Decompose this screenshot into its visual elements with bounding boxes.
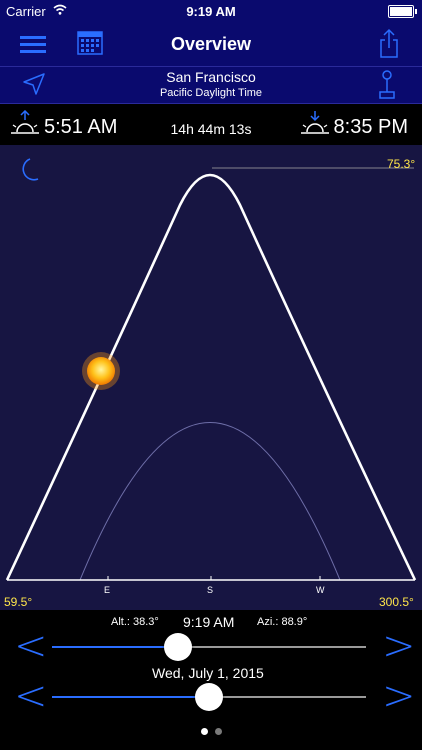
sunset-icon bbox=[301, 111, 329, 134]
west-label: W bbox=[316, 585, 325, 595]
current-sun-path bbox=[5, 173, 417, 581]
date-prev-button[interactable]: < bbox=[14, 676, 48, 716]
max-elevation-label: 75.3° bbox=[387, 157, 416, 171]
time-label: 9:19 AM bbox=[183, 614, 235, 630]
page-title: Overview bbox=[170, 34, 252, 54]
sun-path-chart bbox=[5, 158, 417, 581]
date-label: Wed, July 1, 2015 bbox=[152, 665, 264, 681]
controls-panel: Alt.: 38.3° 9:19 AM Azi.: 88.9° < > Wed,… bbox=[0, 610, 422, 750]
sunset-time: 8:35 PM bbox=[333, 116, 408, 138]
location-timezone: Pacific Daylight Time bbox=[159, 87, 263, 99]
nav-bar: Overview bbox=[0, 22, 422, 67]
date-slider-thumb[interactable] bbox=[195, 683, 223, 711]
date-slider-fill bbox=[52, 696, 209, 698]
time-prev-button[interactable]: < bbox=[14, 626, 48, 666]
set-azimuth-label: 300.5° bbox=[379, 595, 414, 609]
sun-path-plot: 75.3° E S W 59.5° 300.5° bbox=[0, 145, 422, 610]
date-slider-track bbox=[209, 696, 366, 698]
sun-icon bbox=[82, 352, 120, 390]
time-next-button[interactable]: > bbox=[382, 626, 416, 666]
battery-icon bbox=[388, 5, 417, 18]
status-time: 9:19 AM bbox=[186, 4, 236, 19]
rise-azimuth-label: 59.5° bbox=[4, 595, 33, 609]
pin-icon[interactable] bbox=[378, 70, 396, 100]
sun-times-row: 5:51 AM 14h 44m 13s 8:35 PM bbox=[0, 104, 422, 144]
status-bar: Carrier 9:19 AM bbox=[0, 0, 422, 22]
south-label: S bbox=[207, 585, 214, 595]
location-city: San Francisco bbox=[166, 69, 256, 85]
date-next-button[interactable]: > bbox=[382, 676, 416, 716]
winter-sun-path bbox=[79, 422, 341, 581]
azimuth-label: Azi.: 88.9° bbox=[257, 616, 308, 628]
share-icon[interactable] bbox=[378, 28, 400, 60]
page-indicator-active[interactable] bbox=[201, 728, 208, 735]
time-slider-track bbox=[178, 646, 366, 648]
moon-icon bbox=[22, 158, 39, 181]
altitude-label: Alt.: 38.3° bbox=[111, 616, 159, 628]
page-indicator-inactive[interactable] bbox=[215, 728, 222, 735]
time-slider-thumb[interactable] bbox=[164, 633, 192, 661]
time-slider-fill bbox=[52, 646, 178, 648]
east-label: E bbox=[104, 585, 111, 595]
location-bar: San Francisco Pacific Daylight Time bbox=[0, 66, 422, 104]
